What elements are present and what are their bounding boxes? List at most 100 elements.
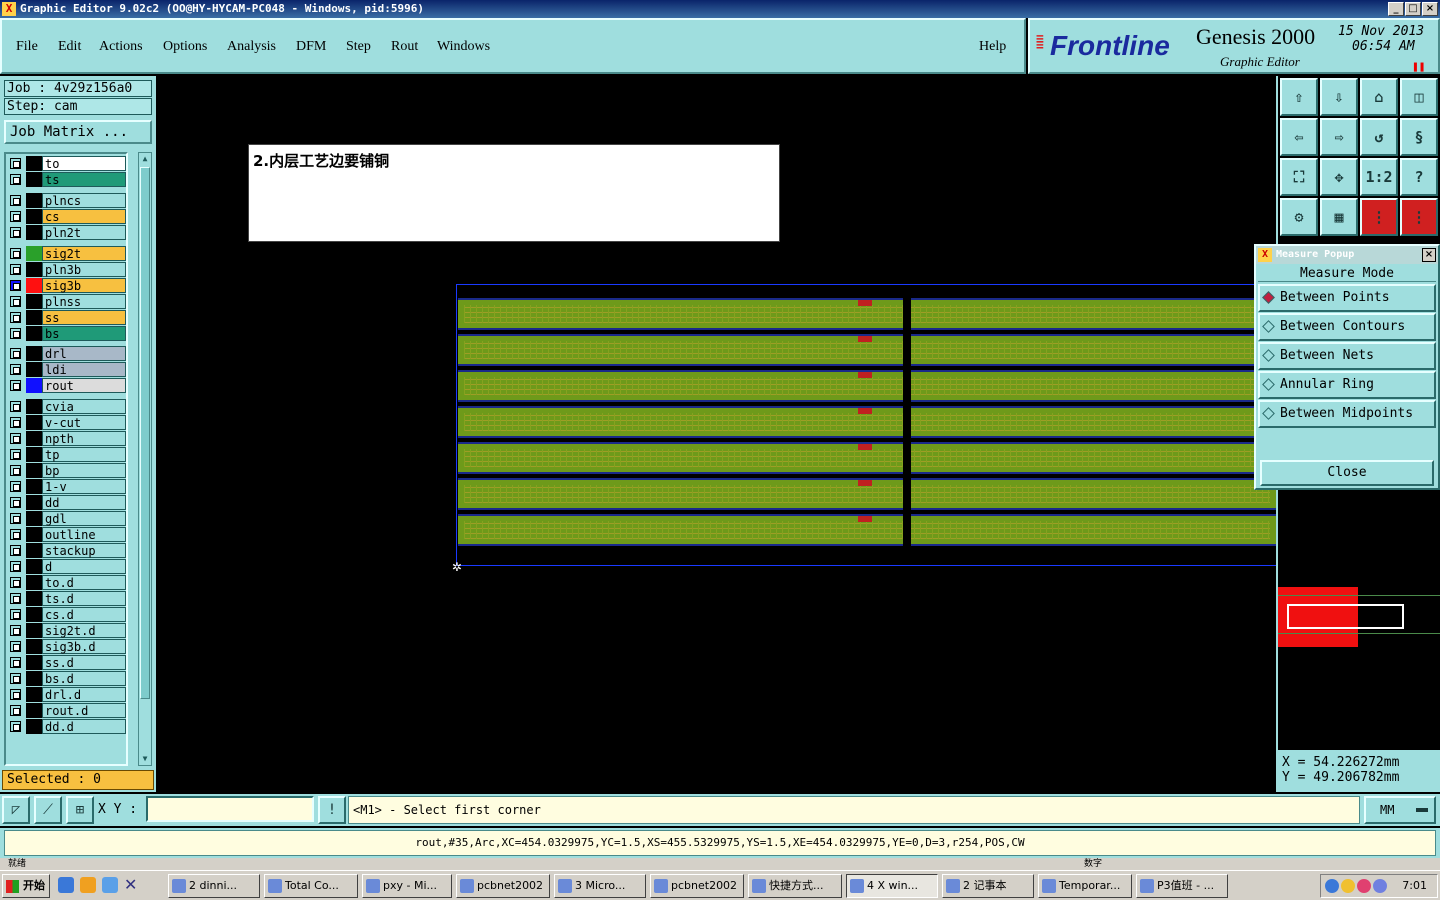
layer-color-swatch[interactable] bbox=[26, 209, 42, 224]
layer-row-cs.d[interactable]: cs.d bbox=[8, 607, 126, 622]
grid-snap-icon[interactable]: ⊞ bbox=[66, 796, 94, 824]
menu-windows[interactable]: Windows bbox=[437, 39, 490, 55]
zoom-down-icon[interactable]: ⇩ bbox=[1320, 78, 1358, 116]
layer-color-swatch[interactable] bbox=[26, 278, 42, 293]
layer-name[interactable]: cvia bbox=[42, 399, 126, 414]
layer-color-swatch[interactable] bbox=[26, 225, 42, 240]
layer-checkbox[interactable] bbox=[10, 689, 21, 700]
layer-checkbox[interactable] bbox=[10, 721, 21, 732]
layer-checkbox[interactable] bbox=[10, 449, 21, 460]
layer-name[interactable]: cs bbox=[42, 209, 126, 224]
settings-icon[interactable]: ⚙ bbox=[1280, 198, 1318, 236]
layer-name[interactable]: v-cut bbox=[42, 415, 126, 430]
layer-color-swatch[interactable] bbox=[26, 156, 42, 171]
layer-checkbox[interactable] bbox=[10, 593, 21, 604]
layer-row-to.d[interactable]: to.d bbox=[8, 575, 126, 590]
units-select[interactable]: MM bbox=[1364, 796, 1436, 824]
menu-dfm[interactable]: DFM bbox=[296, 39, 326, 55]
x-app-icon[interactable]: ✕ bbox=[124, 877, 140, 893]
tray-clock-icon[interactable] bbox=[1341, 879, 1355, 893]
menu-step[interactable]: Step bbox=[346, 39, 371, 55]
tray-app-icon[interactable] bbox=[1357, 879, 1371, 893]
layer-color-swatch[interactable] bbox=[26, 262, 42, 277]
layer-checkbox[interactable] bbox=[10, 174, 21, 185]
taskbar-task[interactable]: P3值班 - ... bbox=[1136, 874, 1228, 898]
layer-color-swatch[interactable] bbox=[26, 623, 42, 638]
layer-checkbox[interactable] bbox=[10, 513, 21, 524]
layer-color-swatch[interactable] bbox=[26, 527, 42, 542]
layer-row-plncs[interactable]: plncs bbox=[8, 193, 126, 208]
layer-checkbox[interactable] bbox=[10, 364, 21, 375]
layer-name[interactable]: pln2t bbox=[42, 225, 126, 240]
layer-color-swatch[interactable] bbox=[26, 703, 42, 718]
layer-checkbox[interactable] bbox=[10, 641, 21, 652]
menu-help[interactable]: Help bbox=[979, 39, 1006, 55]
layer-color-swatch[interactable] bbox=[26, 326, 42, 341]
layer-checkbox[interactable] bbox=[10, 195, 21, 206]
layer-name[interactable]: outline bbox=[42, 527, 126, 542]
measure-mode-icon[interactable]: ⟋ bbox=[34, 796, 62, 824]
zoom-home-icon[interactable]: ⇧ bbox=[1280, 78, 1318, 116]
layer-row-drl.d[interactable]: drl.d bbox=[8, 687, 126, 702]
layer-row-stackup[interactable]: stackup bbox=[8, 543, 126, 558]
layer-color-swatch[interactable] bbox=[26, 346, 42, 361]
layer-color-swatch[interactable] bbox=[26, 511, 42, 526]
layer-color-swatch[interactable] bbox=[26, 655, 42, 670]
measure-option-annular-ring[interactable]: Annular Ring bbox=[1258, 371, 1436, 399]
layer-color-swatch[interactable] bbox=[26, 719, 42, 734]
layer-row-gdl[interactable]: gdl bbox=[8, 511, 126, 526]
layer-color-swatch[interactable] bbox=[26, 172, 42, 187]
layer-checkbox[interactable] bbox=[10, 328, 21, 339]
layer-checkbox[interactable] bbox=[10, 529, 21, 540]
layer-color-swatch[interactable] bbox=[26, 310, 42, 325]
clock-app-icon[interactable] bbox=[80, 877, 96, 893]
layer-checkbox[interactable] bbox=[10, 417, 21, 428]
layer-color-swatch[interactable] bbox=[26, 671, 42, 686]
layer-row-ss.d[interactable]: ss.d bbox=[8, 655, 126, 670]
layer-checkbox[interactable] bbox=[10, 705, 21, 716]
layer-name[interactable]: sig3b bbox=[42, 278, 126, 293]
layer-name[interactable]: cs.d bbox=[42, 607, 126, 622]
layer-checkbox[interactable] bbox=[10, 264, 21, 275]
layer-checkbox[interactable] bbox=[10, 248, 21, 259]
layer-name[interactable]: drl.d bbox=[42, 687, 126, 702]
layer-row-ss[interactable]: ss bbox=[8, 310, 126, 325]
taskbar-task[interactable]: 3 Micro... bbox=[554, 874, 646, 898]
taskbar-task[interactable]: pxy - Mi... bbox=[362, 874, 452, 898]
layer-row-ldi[interactable]: ldi bbox=[8, 362, 126, 377]
pan-left-icon[interactable]: ⇦ bbox=[1280, 118, 1318, 156]
layer-name[interactable]: plncs bbox=[42, 193, 126, 208]
layer-checkbox[interactable] bbox=[10, 211, 21, 222]
layer-name[interactable]: ldi bbox=[42, 362, 126, 377]
menu-options[interactable]: Options bbox=[163, 39, 207, 55]
layer-color-swatch[interactable] bbox=[26, 591, 42, 606]
layer-name[interactable]: bs.d bbox=[42, 671, 126, 686]
layer-color-swatch[interactable] bbox=[26, 246, 42, 261]
redraw-icon[interactable]: § bbox=[1400, 118, 1438, 156]
layer-name[interactable]: drl bbox=[42, 346, 126, 361]
layer-color-swatch[interactable] bbox=[26, 378, 42, 393]
taskbar-task[interactable]: 2 dinni... bbox=[168, 874, 260, 898]
layer-name[interactable]: bp bbox=[42, 463, 126, 478]
layer-name[interactable]: npth bbox=[42, 431, 126, 446]
layer-color-swatch[interactable] bbox=[26, 687, 42, 702]
job-matrix-button[interactable]: Job Matrix ... bbox=[4, 120, 152, 144]
taskbar-task[interactable]: Temporar... bbox=[1038, 874, 1132, 898]
layer-name[interactable]: stackup bbox=[42, 543, 126, 558]
snap-icon[interactable]: ⋮ bbox=[1400, 198, 1438, 236]
layer-color-swatch[interactable] bbox=[26, 495, 42, 510]
taskbar-task[interactable]: Total Co... bbox=[264, 874, 358, 898]
popup-titlebar[interactable]: X Measure Popup × bbox=[1256, 246, 1438, 264]
layer-checkbox[interactable] bbox=[10, 481, 21, 492]
layer-row-cs[interactable]: cs bbox=[8, 209, 126, 224]
pan-right-icon[interactable]: ⇨ bbox=[1320, 118, 1358, 156]
layer-checkbox[interactable] bbox=[10, 657, 21, 668]
measure-option-between-points[interactable]: Between Points bbox=[1258, 284, 1436, 312]
layer-row-pln3b[interactable]: pln3b bbox=[8, 262, 126, 277]
zoom-in-icon[interactable]: ✥ bbox=[1320, 158, 1358, 196]
layer-row-to[interactable]: to bbox=[8, 156, 126, 171]
layer-row-outline[interactable]: outline bbox=[8, 527, 126, 542]
scroll-down-icon[interactable]: ▼ bbox=[140, 753, 150, 765]
layer-name[interactable]: plnss bbox=[42, 294, 126, 309]
layer-checkbox[interactable] bbox=[10, 673, 21, 684]
